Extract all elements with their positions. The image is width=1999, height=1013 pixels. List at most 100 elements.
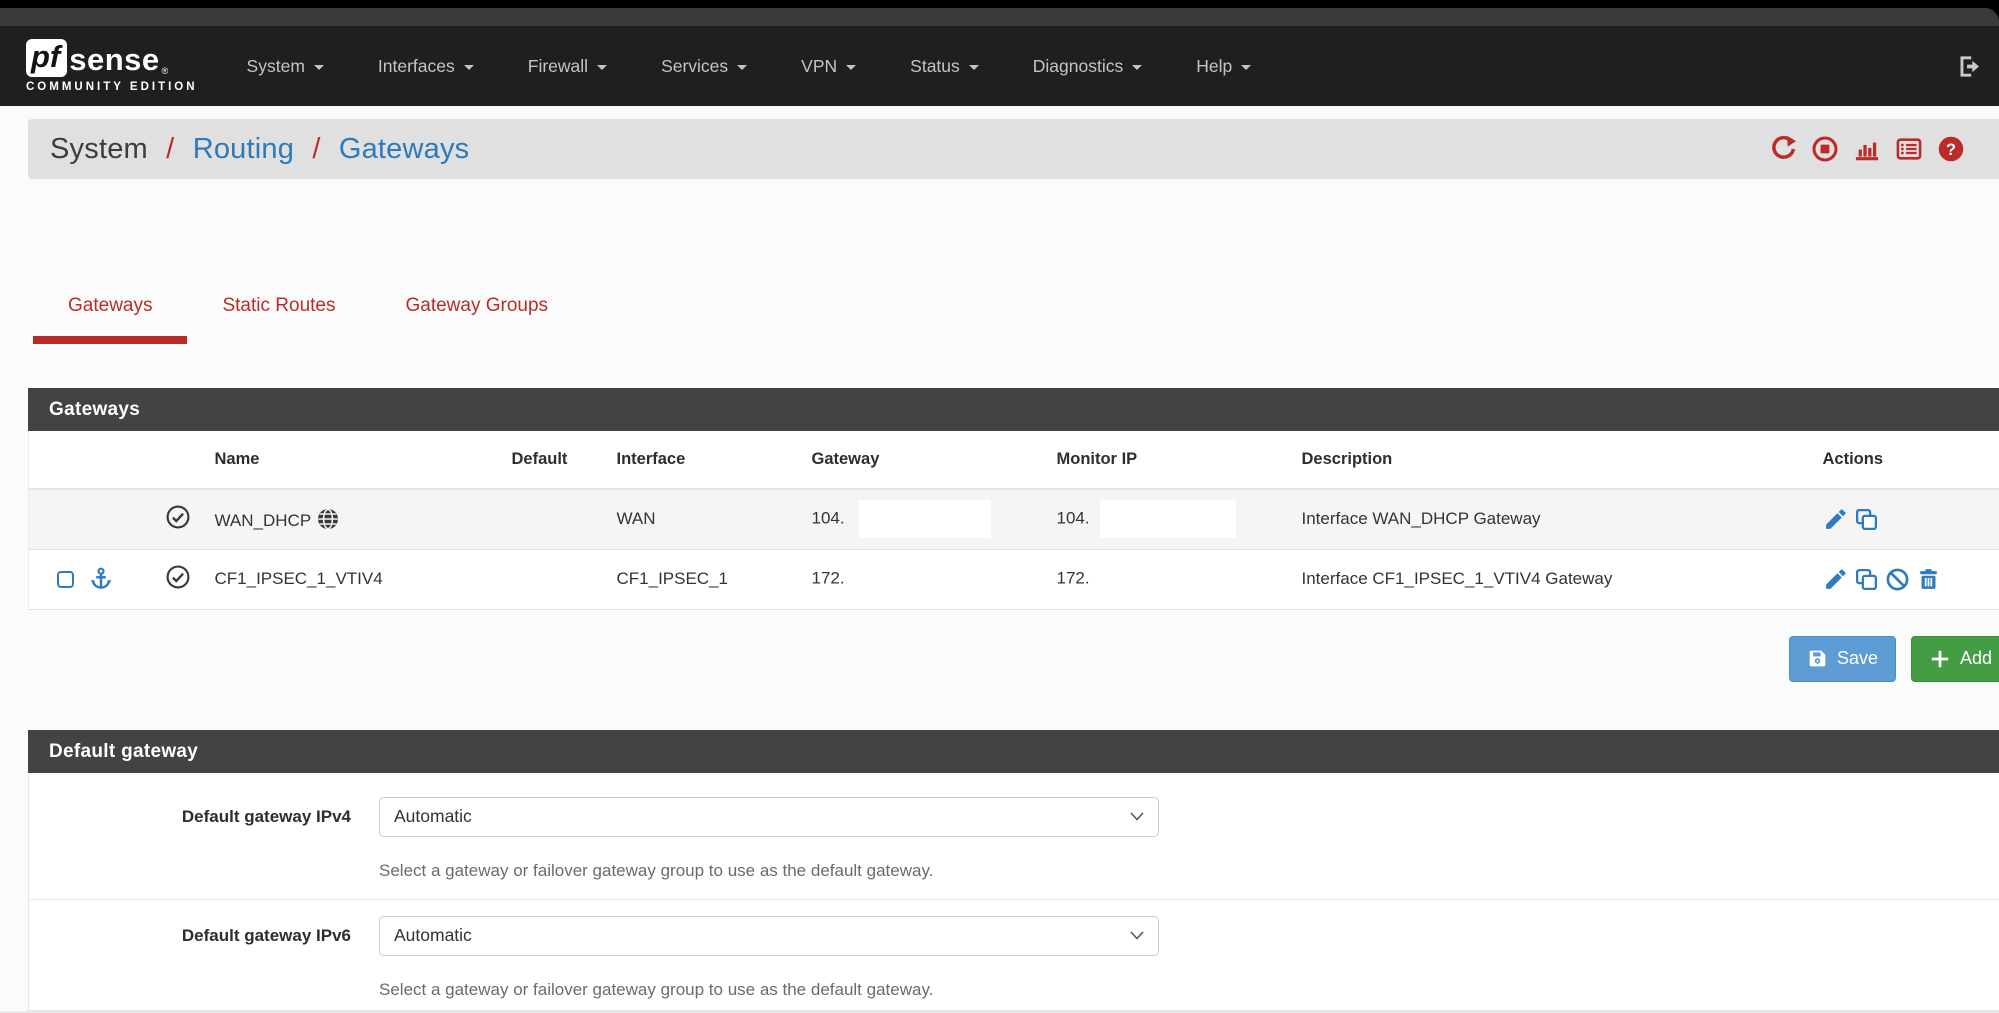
caret-down-icon [969, 65, 979, 70]
page-content: System / Routing / Gateways [28, 119, 1999, 1011]
nav-item-help[interactable]: Help [1169, 56, 1278, 77]
edit-pencil-icon[interactable] [1823, 567, 1848, 592]
top-navbar: pf sense ® COMMUNITY EDITION System Inte… [0, 26, 1999, 106]
table-header-row: Name Default Interface Gateway Monitor I… [29, 431, 1999, 489]
nav-item-services[interactable]: Services [634, 56, 774, 77]
column-header-actions: Actions [1799, 431, 1999, 489]
form-row-ipv4: Default gateway IPv4 Automatic Select a … [29, 773, 1999, 899]
caret-down-icon [846, 65, 856, 70]
pfsense-logo[interactable]: pf sense ® COMMUNITY EDITION [26, 39, 198, 93]
floppy-disk-icon [1807, 648, 1828, 669]
tab-gateways[interactable]: Gateways [33, 289, 187, 344]
breadcrumb-actions: ? [1769, 135, 1965, 163]
gateway-monitor-cell: 172. [1049, 549, 1294, 609]
sign-out-icon[interactable] [1956, 53, 1987, 80]
stop-icon[interactable] [1811, 135, 1839, 163]
default-gateway-ipv6-help: Select a gateway or failover gateway gro… [379, 980, 1159, 1000]
default-gateway-ipv4-label: Default gateway IPv4 [29, 797, 351, 881]
default-gateway-panel: Default gateway Default gateway IPv4 Aut… [28, 730, 1999, 1011]
default-gateway-ipv6-label: Default gateway IPv6 [29, 916, 351, 1000]
caret-down-icon [314, 65, 324, 70]
chevron-down-icon [1130, 812, 1144, 821]
caret-down-icon [1241, 65, 1251, 70]
column-header-description: Description [1294, 431, 1799, 489]
chevron-down-icon [1130, 931, 1144, 940]
caret-down-icon [737, 65, 747, 70]
window-chrome [0, 0, 1999, 26]
breadcrumb-link-routing[interactable]: Routing [193, 133, 294, 165]
gateways-table: Name Default Interface Gateway Monitor I… [28, 431, 1999, 610]
status-log-icon[interactable] [1895, 135, 1923, 163]
breadcrumb-root: System [50, 133, 148, 165]
window-chrome-top [0, 0, 1999, 8]
community-edition-label: COMMUNITY EDITION [26, 81, 198, 93]
breadcrumb-link-gateways[interactable]: Gateways [339, 133, 470, 165]
refresh-icon[interactable] [1769, 135, 1797, 163]
table-actions: Save Add [28, 636, 1999, 682]
save-button[interactable]: Save [1789, 636, 1896, 682]
caret-down-icon [464, 65, 474, 70]
gateways-panel: Gateways Name Default Interface Gateway [28, 388, 1999, 610]
disable-ban-icon[interactable] [1885, 567, 1910, 592]
plus-icon [1929, 648, 1951, 670]
pfsense-window: pf sense ® COMMUNITY EDITION System Inte… [0, 0, 1999, 1013]
default-gateway-panel-title: Default gateway [28, 730, 1999, 773]
redaction-box [859, 560, 991, 598]
gateway-description-cell: Interface WAN_DHCP Gateway [1294, 489, 1799, 549]
globe-icon [316, 507, 340, 531]
gateway-address-cell: 172. [804, 549, 1049, 609]
pfsense-logo-pf: pf [26, 39, 67, 77]
check-circle-icon [165, 564, 191, 590]
pfsense-logo-sense: sense [69, 43, 159, 77]
gateway-default-cell [504, 549, 609, 609]
column-header-interface: Interface [609, 431, 804, 489]
gateways-panel-title: Gateways [28, 388, 1999, 431]
column-header-gateway: Gateway [804, 431, 1049, 489]
redaction-box [1100, 500, 1236, 538]
table-row-wan-dhcp: WAN_DHCP WAN 104. 104. [29, 489, 1999, 549]
gateway-name-cell: CF1_IPSEC_1_VTIV4 [207, 549, 504, 609]
redaction-box [859, 500, 991, 538]
breadcrumb-separator: / [312, 133, 320, 165]
pfsense-logo-text: pf sense ® [26, 39, 198, 77]
tab-static-routes[interactable]: Static Routes [187, 289, 370, 344]
nav-item-interfaces[interactable]: Interfaces [351, 56, 501, 77]
help-icon[interactable]: ? [1937, 135, 1965, 163]
monitoring-chart-icon[interactable] [1853, 135, 1881, 163]
gateway-address-cell: 104. [804, 489, 1049, 549]
row-select-checkbox[interactable] [57, 571, 74, 588]
gateway-interface-cell: CF1_IPSEC_1 [609, 549, 804, 609]
caret-down-icon [597, 65, 607, 70]
copy-clone-icon[interactable] [1854, 567, 1879, 592]
copy-clone-icon[interactable] [1854, 507, 1879, 532]
nav-item-diagnostics[interactable]: Diagnostics [1006, 56, 1169, 77]
column-header-default: Default [504, 431, 609, 489]
nav-item-system[interactable]: System [220, 56, 351, 77]
add-button[interactable]: Add [1911, 636, 1999, 682]
gateway-interface-cell: WAN [609, 489, 804, 549]
edit-pencil-icon[interactable] [1823, 507, 1848, 532]
nav-item-firewall[interactable]: Firewall [501, 56, 634, 77]
check-circle-icon [165, 504, 191, 530]
redaction-box [1100, 560, 1236, 598]
anchor-icon [88, 566, 114, 592]
tab-gateway-groups[interactable]: Gateway Groups [370, 289, 583, 344]
breadcrumb: System / Routing / Gateways [28, 119, 1999, 179]
default-gateway-ipv6-select[interactable]: Automatic [379, 916, 1159, 956]
default-gateway-ipv4-select[interactable]: Automatic [379, 797, 1159, 837]
nav-item-status[interactable]: Status [883, 56, 1006, 77]
column-header-name: Name [207, 431, 504, 489]
tab-bar: Gateways Static Routes Gateway Groups [28, 289, 1999, 344]
gateway-name-cell: WAN_DHCP [207, 489, 504, 549]
default-gateway-ipv4-help: Select a gateway or failover gateway gro… [379, 861, 1159, 881]
registered-mark: ® [162, 65, 169, 77]
svg-text:?: ? [1946, 141, 1956, 159]
form-row-ipv6: Default gateway IPv6 Automatic Select a … [29, 899, 1999, 1010]
gateway-description-cell: Interface CF1_IPSEC_1_VTIV4 Gateway [1294, 549, 1799, 609]
gateway-monitor-cell: 104. [1049, 489, 1294, 549]
nav-menu: System Interfaces Firewall Services VPN … [220, 56, 1279, 77]
nav-item-vpn[interactable]: VPN [774, 56, 883, 77]
column-header-monitor-ip: Monitor IP [1049, 431, 1294, 489]
delete-trash-icon[interactable] [1916, 567, 1941, 592]
table-row-cf1-ipsec: CF1_IPSEC_1_VTIV4 CF1_IPSEC_1 172. 172. … [29, 549, 1999, 609]
